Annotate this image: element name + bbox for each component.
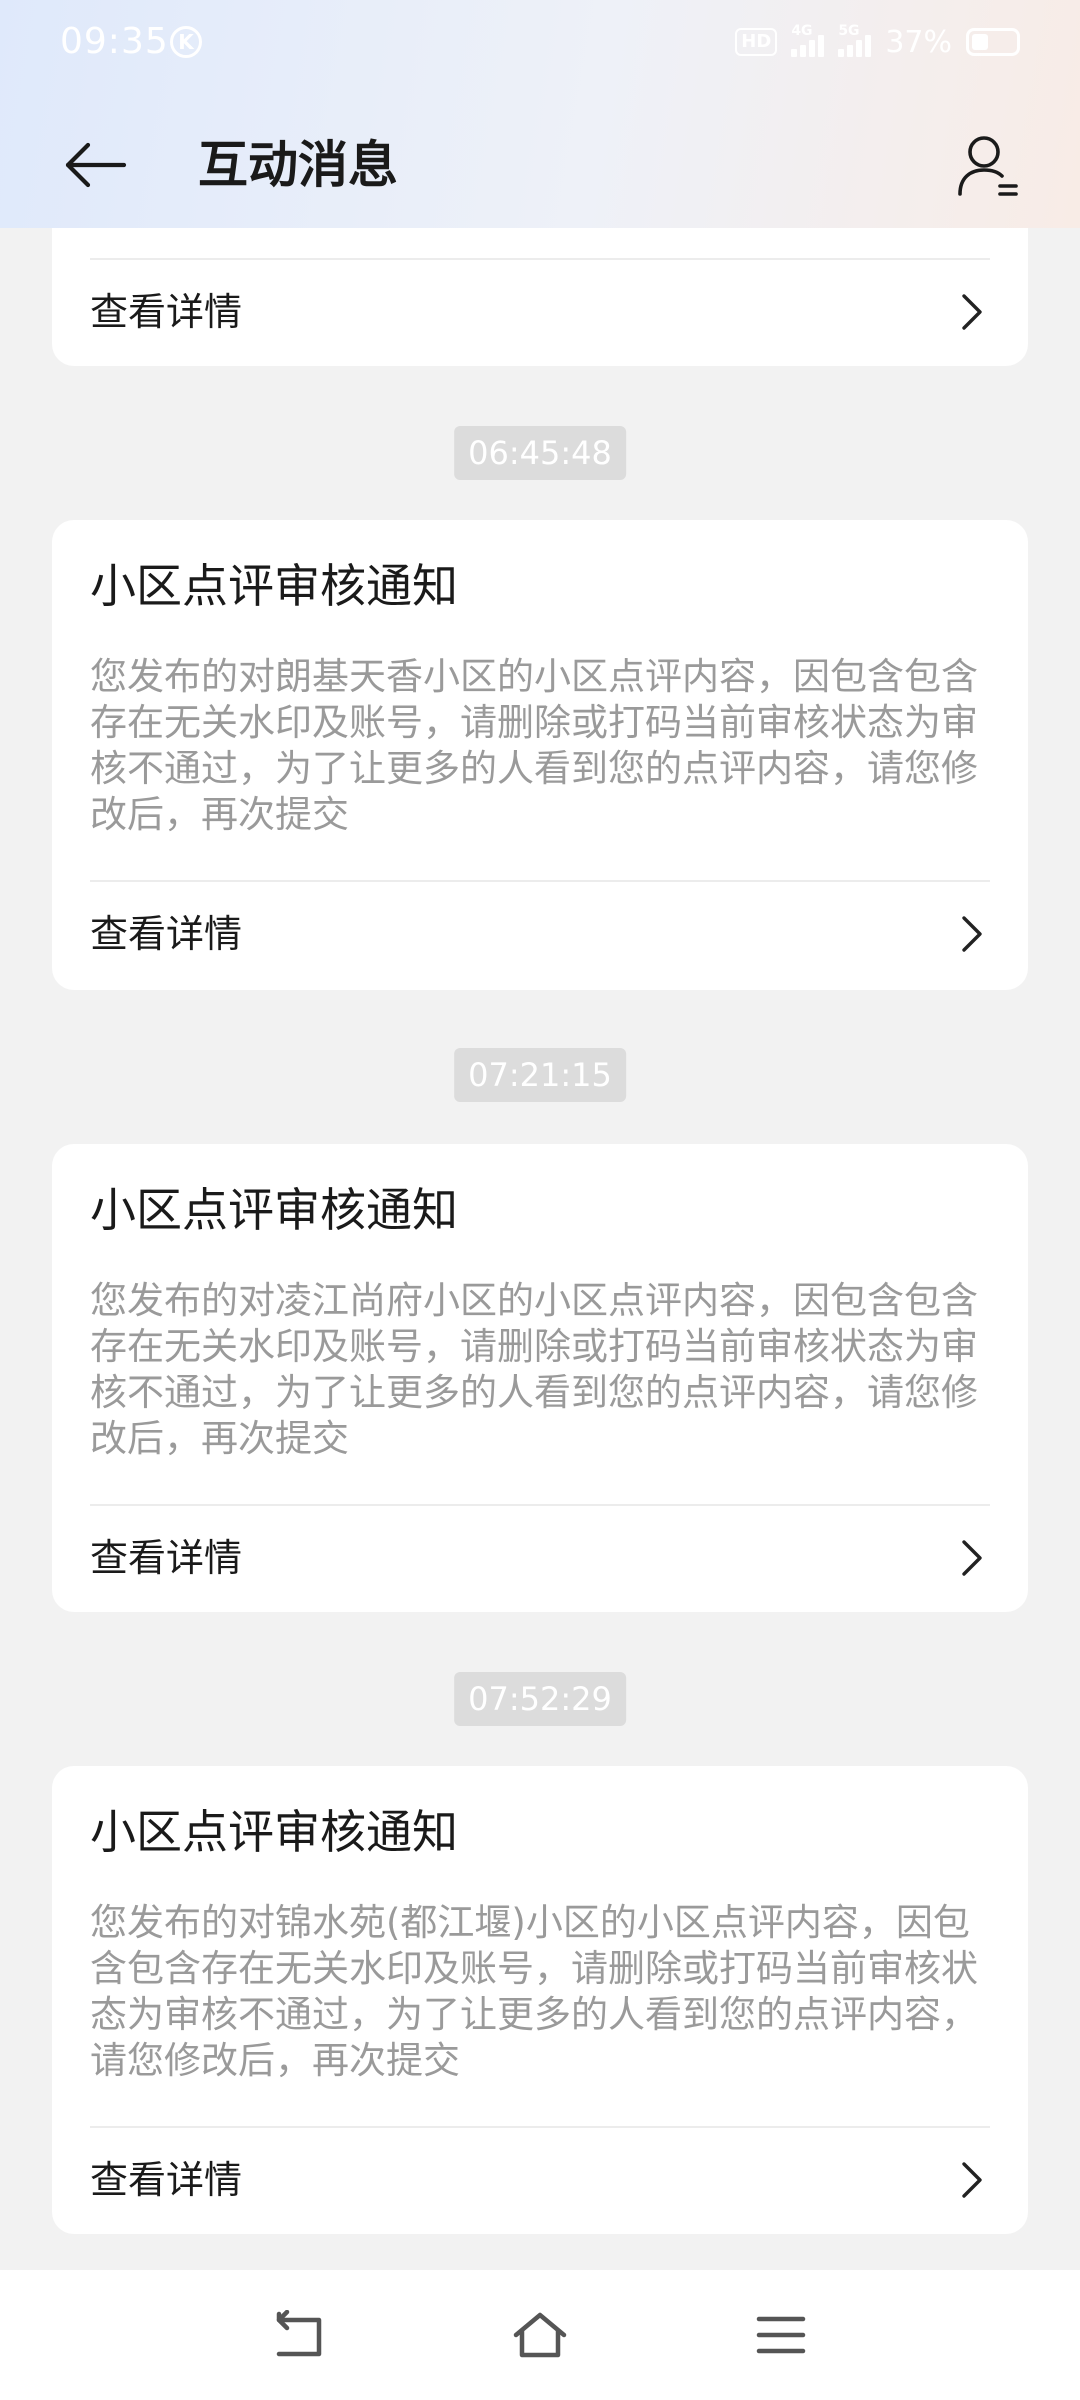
menu-icon <box>756 2316 806 2354</box>
message-timestamp: 07:21:15 <box>454 1048 626 1102</box>
system-menu-button[interactable] <box>746 2300 816 2370</box>
message-title: 小区点评审核通知 <box>90 1805 458 1859</box>
system-home-button[interactable] <box>505 2300 575 2370</box>
signal-bar <box>865 35 872 57</box>
signal-bar <box>791 49 798 57</box>
message-title: 小区点评审核通知 <box>90 559 458 613</box>
view-details-label: 查看详情 <box>90 2158 243 2202</box>
chevron-right-icon <box>962 1540 982 1576</box>
message-card: 小区点评审核通知 您发布的对锦水苑(都江堰)小区的小区点评内容，因包含包含存在无… <box>52 1766 1028 2234</box>
signal-bar <box>818 35 825 57</box>
message-timestamp: 07:52:29 <box>454 1672 626 1726</box>
view-details-row[interactable]: 查看详情 <box>52 1506 1028 1610</box>
chevron-right-icon <box>962 916 982 952</box>
view-details-label: 查看详情 <box>90 1536 243 1580</box>
home-icon <box>513 2312 567 2358</box>
battery-percent: 37% <box>885 24 952 60</box>
message-timestamp: 06:45:48 <box>454 426 626 480</box>
chevron-right-icon <box>962 294 982 330</box>
status-time: 09:35 <box>60 21 169 62</box>
signal-4g-icon: 4G <box>791 23 825 57</box>
status-bar: 09:35 K HD 4G 5G 37% <box>0 0 1080 84</box>
message-list[interactable]: 查看详情 06:45:48 小区点评审核通知 您发布的对朗基天香小区的小区点评内… <box>0 0 1080 2270</box>
chevron-right-icon <box>962 2162 982 2198</box>
battery-icon <box>966 28 1020 56</box>
view-details-row[interactable]: 查看详情 <box>52 882 1028 986</box>
profile-settings-button[interactable] <box>948 126 1028 206</box>
signal-4g-label: 4G <box>791 23 813 39</box>
k-badge-icon: K <box>170 26 202 58</box>
system-back-icon <box>276 2310 322 2357</box>
view-details-row[interactable]: 查看详情 <box>52 260 1028 364</box>
message-body: 您发布的对锦水苑(都江堰)小区的小区点评内容，因包含包含存在无关水印及账号，请删… <box>90 1901 978 2082</box>
system-back-button[interactable] <box>264 2300 334 2370</box>
page-title: 互动消息 <box>198 136 398 194</box>
message-title: 小区点评审核通知 <box>90 1183 458 1237</box>
view-details-label: 查看详情 <box>90 290 243 334</box>
signal-5g-label: 5G <box>838 23 860 39</box>
back-arrow-icon <box>65 142 127 188</box>
system-nav-bar <box>0 2270 1080 2400</box>
message-card: 小区点评审核通知 您发布的对凌江尚府小区的小区点评内容，因包含包含存在无关水印及… <box>52 1144 1028 1612</box>
battery-fill <box>972 34 988 50</box>
hd-badge-icon: HD <box>735 28 778 56</box>
message-body: 您发布的对凌江尚府小区的小区点评内容，因包含包含存在无关水印及账号，请删除或打码… <box>90 1279 978 1460</box>
back-button[interactable] <box>56 130 136 200</box>
signal-5g-icon: 5G <box>838 23 872 57</box>
nav-bar: 互动消息 <box>0 110 1080 220</box>
signal-bar <box>800 45 807 57</box>
view-details-row[interactable]: 查看详情 <box>52 2128 1028 2232</box>
signal-bar <box>856 40 863 57</box>
signal-bar <box>809 40 816 57</box>
top-header: 09:35 K HD 4G 5G 37% 互动消息 <box>0 0 1080 228</box>
view-details-label: 查看详情 <box>90 912 243 956</box>
status-icons: HD 4G 5G 37% <box>735 22 1020 62</box>
user-settings-icon <box>958 136 1018 196</box>
signal-bar <box>847 45 854 57</box>
signal-bar <box>838 49 845 57</box>
message-body: 您发布的对朗基天香小区的小区点评内容，因包含包含存在无关水印及账号，请删除或打码… <box>90 655 978 836</box>
screen: 查看详情 06:45:48 小区点评审核通知 您发布的对朗基天香小区的小区点评内… <box>0 0 1080 2400</box>
message-card: 小区点评审核通知 您发布的对朗基天香小区的小区点评内容，因包含包含存在无关水印及… <box>52 520 1028 990</box>
